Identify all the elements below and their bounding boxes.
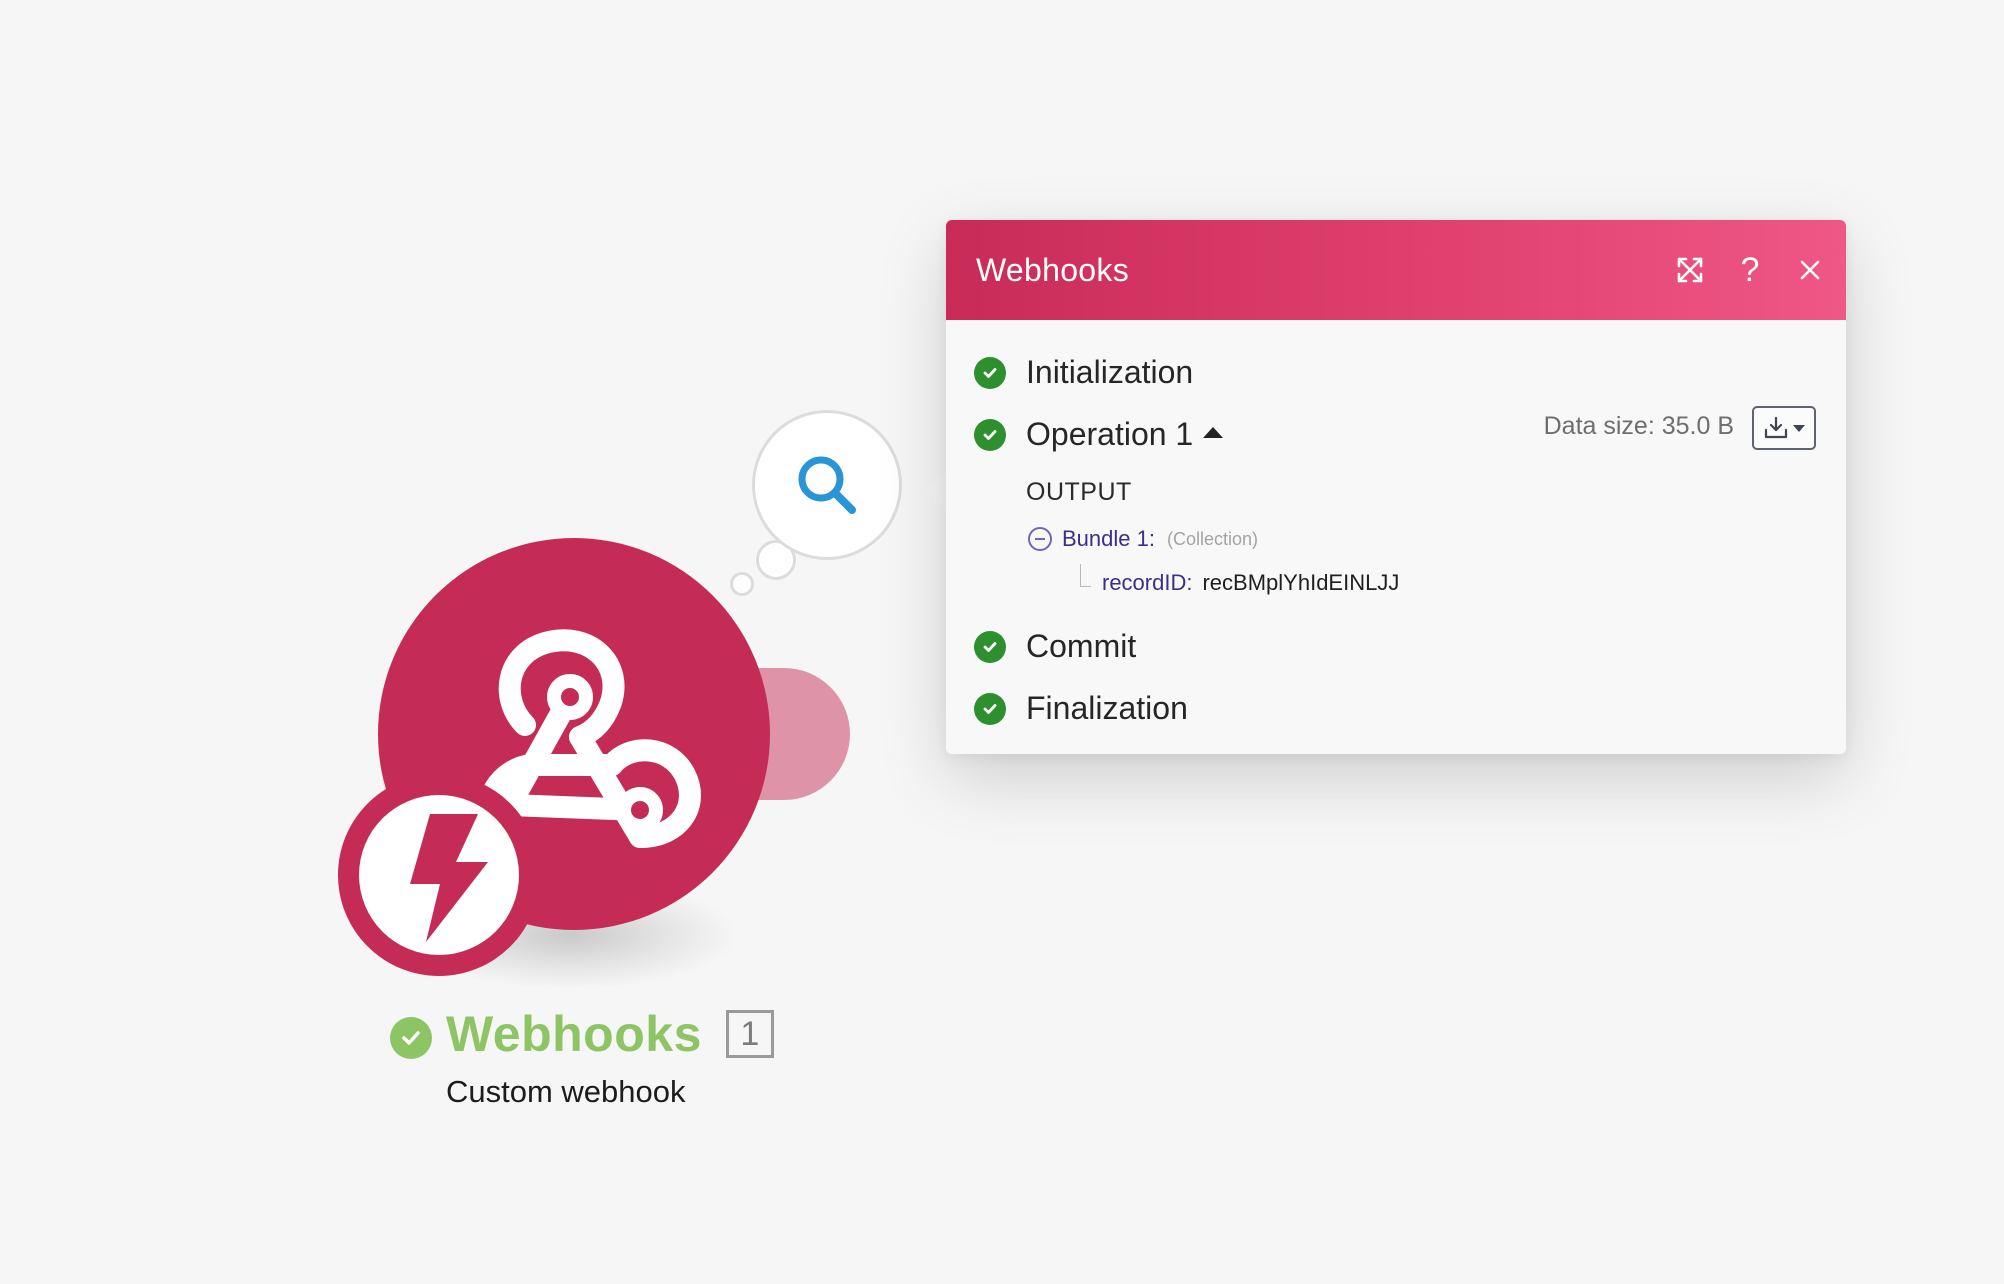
expand-icon (1677, 257, 1703, 283)
success-check-icon (390, 1017, 432, 1059)
module-subtitle: Custom webhook (446, 1074, 686, 1109)
panel-pointer (926, 470, 946, 510)
record-row: recordID: recBMplYhIdEINLJJ (1102, 570, 1399, 596)
expand-button[interactable] (1670, 250, 1710, 290)
bundle-type: (Collection) (1166, 528, 1258, 549)
step-operation[interactable]: Operation 1 (974, 416, 1224, 453)
bundle-row: Bundle 1: (Collection) (1028, 526, 1258, 552)
success-check-icon (974, 692, 1006, 725)
module-label: Webhooks 1 (390, 1004, 774, 1064)
panel-title: Webhooks (976, 251, 1130, 288)
record-key: recordID: (1102, 570, 1193, 595)
step-label: Finalization (1026, 690, 1188, 726)
step-label: Operation 1 (1026, 416, 1194, 452)
collapse-bundle-icon[interactable] (1028, 527, 1052, 551)
success-check-icon (974, 356, 1006, 389)
execution-inspector-panel: Webhooks ? Initialization Operation 1 Da… (946, 220, 1846, 754)
step-label: Commit (1026, 628, 1137, 664)
inspect-bubble[interactable] (752, 410, 902, 560)
module-name: Webhooks (446, 1006, 702, 1062)
instant-trigger-badge (338, 774, 540, 976)
chevron-down-icon (1793, 424, 1805, 432)
panel-header: Webhooks ? (946, 220, 1846, 320)
close-icon (1800, 260, 1820, 280)
help-button[interactable]: ? (1730, 250, 1770, 290)
success-check-icon (974, 418, 1006, 451)
step-label: Initialization (1026, 354, 1194, 390)
lightning-icon (359, 795, 519, 955)
operation-count-badge[interactable]: 1 (725, 1010, 774, 1058)
record-value: recBMplYhIdEINLJJ (1202, 570, 1400, 595)
step-finalization: Finalization (974, 690, 1188, 727)
step-initialization: Initialization (974, 354, 1193, 391)
collapse-caret-icon[interactable] (1203, 427, 1224, 438)
bundle-label: Bundle 1: (1062, 526, 1155, 551)
download-icon (1764, 416, 1788, 439)
bubble-dot-small (730, 572, 754, 596)
search-icon (798, 456, 856, 514)
close-button[interactable] (1790, 250, 1830, 290)
step-commit: Commit (974, 628, 1136, 665)
success-check-icon (974, 630, 1006, 663)
tree-connector (1080, 564, 1091, 587)
download-output-button[interactable] (1752, 406, 1816, 450)
output-heading: OUTPUT (1026, 478, 1132, 506)
data-size: Data size: 35.0 B (1543, 412, 1734, 440)
